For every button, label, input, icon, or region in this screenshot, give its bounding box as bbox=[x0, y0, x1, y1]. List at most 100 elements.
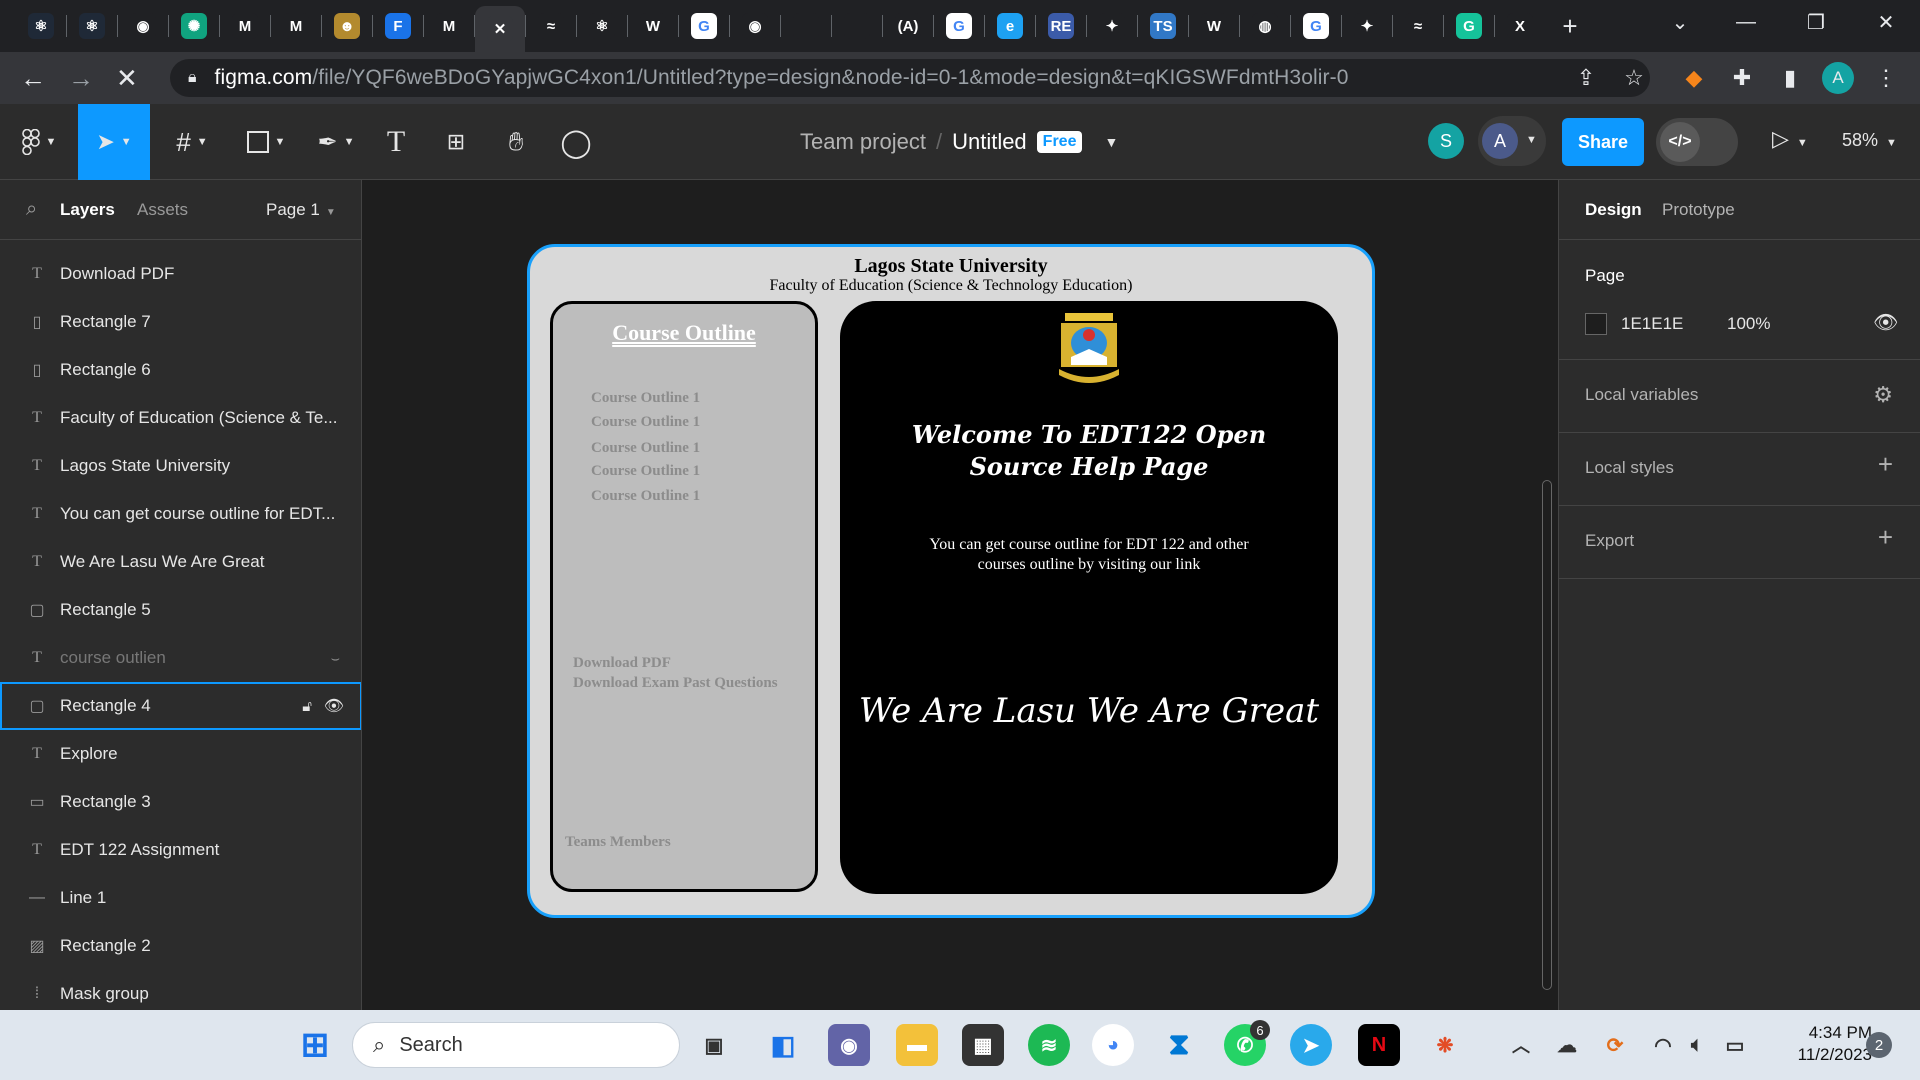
layer-row[interactable]: T We Are Lasu We Are Great bbox=[0, 538, 361, 586]
url-bar[interactable]: 🔒︎ figma.com/file/YQF6weBDoGYapjwGC4xon1… bbox=[170, 59, 1650, 97]
visibility-eye-icon[interactable]: 👁︎ bbox=[324, 696, 344, 716]
browser-tab[interactable]: ◉ bbox=[730, 4, 780, 48]
browser-tab[interactable]: X bbox=[1495, 4, 1545, 48]
url-text[interactable]: figma.com/file/YQF6weBDoGYapjwGC4xon1/Un… bbox=[215, 66, 1349, 90]
browser-tab[interactable]: ⚛ bbox=[16, 4, 66, 48]
local-variables-label[interactable]: Local variables bbox=[1585, 385, 1698, 405]
course-outline-item[interactable]: Course Outline 1 bbox=[591, 463, 700, 480]
browser-tab[interactable]: ✦ bbox=[1087, 4, 1137, 48]
restore-icon[interactable]: ❐ bbox=[1786, 0, 1846, 44]
comment-tool[interactable]: ◯ bbox=[554, 104, 598, 180]
system-clock[interactable]: 4:34 PM 11/2/2023 bbox=[1762, 1022, 1872, 1066]
vscode-icon[interactable]: ⧗ bbox=[1158, 1024, 1200, 1066]
course-outline-item[interactable]: Course Outline 1 bbox=[591, 414, 700, 431]
cloud-sync-icon[interactable]: ☁︎ bbox=[1546, 1024, 1588, 1066]
zoom-control[interactable]: 58% ▼ bbox=[1842, 130, 1897, 151]
layer-row[interactable]: T Faculty of Education (Science & Te... bbox=[0, 394, 361, 442]
battery-icon[interactable]: ▭ bbox=[1714, 1024, 1756, 1066]
share-button[interactable]: Share bbox=[1562, 118, 1644, 166]
forward-icon[interactable]: → bbox=[68, 64, 94, 92]
layer-row[interactable]: ▭ Rectangle 3 bbox=[0, 778, 361, 826]
unlock-icon[interactable]: 🔓︎ bbox=[302, 698, 312, 715]
layer-row[interactable]: ▢ Rectangle 5 bbox=[0, 586, 361, 634]
browser-tab[interactable]: M bbox=[220, 4, 270, 48]
browser-menu-icon[interactable]: ⋮ bbox=[1870, 62, 1902, 94]
telegram-icon[interactable]: ➤ bbox=[1290, 1024, 1332, 1066]
tab-layers[interactable]: Layers bbox=[60, 200, 115, 220]
course-outline-item[interactable]: Course Outline 1 bbox=[591, 390, 700, 407]
stop-loading-icon[interactable]: ✕ bbox=[116, 64, 138, 92]
browser-tab[interactable]: ⚛ bbox=[67, 4, 117, 48]
layer-row[interactable]: T You can get course outline for EDT... bbox=[0, 490, 361, 538]
share-page-icon[interactable]: ⇪ bbox=[1570, 62, 1602, 94]
browser-tab[interactable]: W bbox=[628, 4, 678, 48]
visibility-eye-icon[interactable]: 👁︎ bbox=[1873, 310, 1898, 335]
layer-row[interactable]: ▢ Rectangle 4 🔓︎ 👁︎ bbox=[0, 682, 361, 730]
browser-tab[interactable]: (A) bbox=[883, 4, 933, 48]
resources-tool[interactable]: ⊞ bbox=[434, 104, 478, 180]
tab-assets[interactable]: Assets bbox=[137, 200, 188, 220]
show-hidden-icons-chevron[interactable]: ︿ bbox=[1500, 1024, 1542, 1066]
project-name[interactable]: Team project bbox=[800, 129, 926, 155]
browser-tab[interactable]: ≈ bbox=[1393, 4, 1443, 48]
browser-tab[interactable]: ◍ bbox=[1240, 4, 1290, 48]
browser-tab[interactable]: ✦ bbox=[1342, 4, 1392, 48]
chrome-icon[interactable]: ◕ bbox=[1092, 1024, 1134, 1066]
browser-tab[interactable]: TS bbox=[1138, 4, 1188, 48]
hidden-eye-icon[interactable]: ⌣ bbox=[331, 650, 340, 667]
bookmark-star-icon[interactable]: ☆ bbox=[1618, 62, 1650, 94]
page-color-value[interactable]: 1E1E1E bbox=[1621, 314, 1683, 334]
course-outline-card[interactable]: Course Outline Course Outline 1 Course O… bbox=[550, 301, 818, 892]
browser-tab[interactable]: e bbox=[985, 4, 1035, 48]
canvas-scrollbar[interactable] bbox=[1542, 480, 1552, 990]
frame-page[interactable]: Lagos State University Faculty of Educat… bbox=[527, 244, 1375, 918]
browser-tab[interactable]: W bbox=[1189, 4, 1239, 48]
hand-tool[interactable]: ✋︎ bbox=[494, 104, 538, 180]
widgets-icon[interactable]: ◧ bbox=[762, 1024, 804, 1066]
layer-row[interactable]: T Download PDF bbox=[0, 250, 361, 298]
text-tool[interactable]: T bbox=[376, 104, 416, 180]
browser-tab[interactable] bbox=[781, 4, 831, 48]
pen-tool[interactable]: ✒ ▼ bbox=[306, 104, 366, 180]
browser-tab[interactable]: F bbox=[373, 4, 423, 48]
browser-tab[interactable]: ✕ bbox=[475, 6, 525, 52]
browser-tab[interactable]: G bbox=[1291, 4, 1341, 48]
browser-tab[interactable]: G bbox=[934, 4, 984, 48]
volume-icon[interactable]: 🔈︎ bbox=[1676, 1024, 1718, 1066]
minimize-icon[interactable]: — bbox=[1716, 0, 1776, 44]
layer-row[interactable]: ⁞ Mask group bbox=[0, 970, 361, 1010]
browser-tab[interactable]: ≈ bbox=[526, 4, 576, 48]
tab-prototype[interactable]: Prototype bbox=[1662, 200, 1735, 220]
welcome-card[interactable]: Welcome To EDT122 Open Source Help Page … bbox=[840, 301, 1338, 894]
dev-mode-toggle[interactable]: </> bbox=[1656, 118, 1738, 166]
teams-chat-icon[interactable]: ◉ bbox=[828, 1024, 870, 1066]
figma-menu-icon[interactable]: ▼ bbox=[14, 104, 64, 180]
update-icon[interactable]: ⟳ bbox=[1594, 1024, 1636, 1066]
extensions-icon[interactable]: ✚ bbox=[1726, 62, 1758, 94]
plan-badge[interactable]: Free bbox=[1036, 131, 1083, 153]
browser-tab[interactable]: G bbox=[679, 4, 729, 48]
design-canvas[interactable]: Lagos State University Faculty of Educat… bbox=[362, 180, 1558, 1010]
teams-members-link[interactable]: Teams Members bbox=[565, 834, 671, 851]
layer-row[interactable]: — Line 1 bbox=[0, 874, 361, 922]
browser-tab[interactable]: ⚛ bbox=[577, 4, 627, 48]
browser-tab[interactable]: ✺ bbox=[169, 4, 219, 48]
course-outline-item[interactable]: Course Outline 1 bbox=[591, 488, 700, 505]
tab-search-icon[interactable]: ⌄ bbox=[1650, 0, 1710, 44]
layer-row[interactable]: Tcourse outlien ⌣ bbox=[0, 634, 361, 682]
layer-row[interactable]: T Explore bbox=[0, 730, 361, 778]
collaborator-avatar[interactable]: S bbox=[1428, 123, 1464, 159]
close-window-icon[interactable]: ✕ bbox=[1856, 0, 1916, 44]
page-opacity-value[interactable]: 100% bbox=[1727, 314, 1770, 334]
profile-avatar[interactable]: A bbox=[1822, 62, 1854, 94]
layer-row[interactable]: T Lagos State University bbox=[0, 442, 361, 490]
file-menu-chevron-icon[interactable]: ▼ bbox=[1104, 134, 1118, 150]
layer-row[interactable]: T EDT 122 Assignment bbox=[0, 826, 361, 874]
new-tab-button[interactable]: + bbox=[1545, 4, 1595, 48]
add-export-icon[interactable]: + bbox=[1878, 522, 1893, 553]
add-style-icon[interactable]: + bbox=[1878, 449, 1893, 480]
microsoft-store-icon[interactable]: ▦ bbox=[962, 1024, 1004, 1066]
layer-row[interactable]: ▯ Rectangle 7 bbox=[0, 298, 361, 346]
variables-settings-icon[interactable]: ⚙︎ bbox=[1873, 382, 1893, 408]
download-exam-link[interactable]: Download Exam Past Questions bbox=[573, 675, 778, 692]
